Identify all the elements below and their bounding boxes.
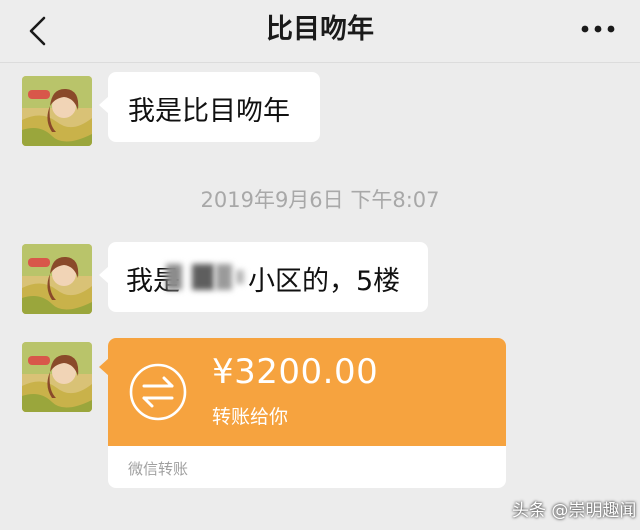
contact-avatar[interactable] xyxy=(22,76,92,146)
transfer-card-body: ¥3200.00 转账给你 xyxy=(108,338,506,446)
nav-bar: 比目吻年 xyxy=(0,0,640,63)
watermark: 头条 @崇明趣闻 xyxy=(512,501,637,521)
contact-avatar[interactable] xyxy=(22,342,92,412)
message-bubble[interactable]: 我是 小区的，5楼 xyxy=(99,242,428,312)
message-text-end: 小区的，5楼 xyxy=(248,266,401,297)
transfer-amount: ¥3200.00 xyxy=(212,352,379,392)
transfer-footer-label: 微信转账 xyxy=(128,460,189,478)
message-bubble[interactable]: 我是比目吻年 xyxy=(99,72,320,142)
transfer-card[interactable]: ¥3200.00 转账给你 微信转账 xyxy=(108,338,506,488)
more-horizontal-icon[interactable] xyxy=(578,14,618,44)
transfer-note: 转账给你 xyxy=(212,406,289,428)
message-text: 我是比目吻年 xyxy=(128,96,290,127)
chat-timestamp: 2019年9月6日 下午8:07 xyxy=(200,188,440,212)
contact-avatar[interactable] xyxy=(22,244,92,314)
chat-title: 比目吻年 xyxy=(266,14,374,45)
transfer-arrows-icon xyxy=(129,363,187,421)
